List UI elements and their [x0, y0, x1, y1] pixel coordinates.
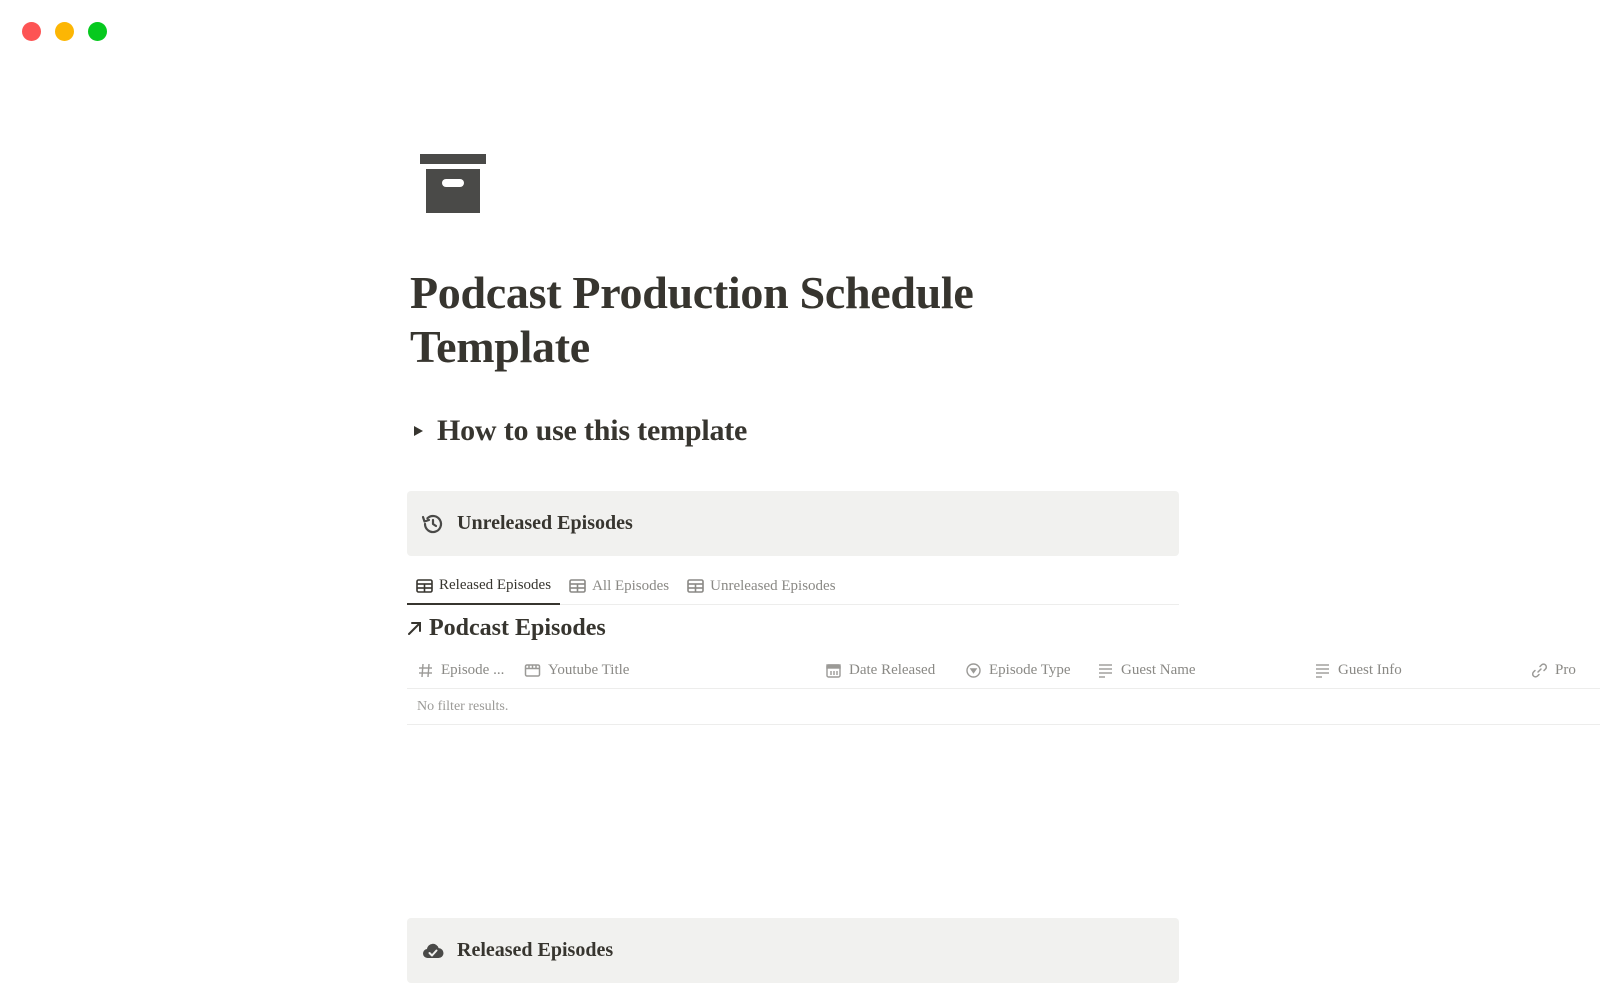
column-episode-type[interactable]: Episode Type [965, 652, 1071, 688]
page-title[interactable]: Podcast Production Schedule Template [410, 266, 1110, 374]
table-header: Episode ... Youtube Title Date Released … [407, 652, 1600, 689]
title-icon [524, 663, 541, 677]
column-pro[interactable]: Pro [1531, 652, 1576, 688]
column-episode-number[interactable]: Episode ... [417, 652, 504, 688]
column-label: Youtube Title [548, 661, 630, 678]
empty-message: No filter results. [417, 698, 509, 714]
table-icon [687, 579, 704, 593]
column-guest-info[interactable]: Guest Info [1314, 652, 1402, 688]
tab-all-episodes[interactable]: All Episodes [560, 568, 678, 604]
column-label: Episode ... [441, 661, 505, 678]
arrow-up-right-icon [408, 622, 421, 635]
tab-released-episodes[interactable]: Released Episodes [407, 568, 561, 605]
minimize-window-button[interactable] [55, 22, 74, 41]
column-label: Guest Info [1338, 661, 1402, 678]
table-icon [416, 578, 433, 593]
tab-label: All Episodes [592, 577, 670, 594]
database-title-link[interactable]: Podcast Episodes [406, 615, 606, 642]
archive-box-icon[interactable] [420, 154, 486, 216]
history-icon [421, 514, 443, 533]
empty-results-row: No filter results. [407, 689, 1600, 725]
text-icon [1099, 663, 1112, 678]
table-icon [569, 579, 586, 593]
select-icon [966, 662, 981, 678]
callout-label: Released Episodes [457, 939, 614, 961]
column-label: Episode Type [989, 661, 1071, 678]
column-youtube-title[interactable]: Youtube Title [524, 652, 629, 688]
link-icon [1531, 662, 1548, 678]
window-controls [22, 22, 107, 41]
column-label: Pro [1555, 661, 1576, 678]
maximize-window-button[interactable] [88, 22, 107, 41]
released-episodes-callout: Released Episodes [407, 918, 1179, 983]
column-date-released[interactable]: Date Released [825, 652, 935, 688]
tab-label: Unreleased Episodes [710, 577, 836, 594]
database-title: Podcast Episodes [429, 615, 606, 641]
text-icon [1316, 663, 1329, 678]
toggle-label: How to use this template [437, 414, 748, 447]
calendar-icon [826, 663, 841, 678]
how-to-use-toggle[interactable]: How to use this template [414, 414, 747, 448]
column-guest-name[interactable]: Guest Name [1097, 652, 1196, 688]
number-icon [419, 663, 432, 677]
toggle-triangle-icon[interactable] [414, 426, 423, 436]
tab-label: Released Episodes [439, 577, 552, 593]
column-label: Guest Name [1121, 661, 1196, 678]
tab-unreleased-episodes[interactable]: Unreleased Episodes [678, 568, 844, 604]
close-window-button[interactable] [22, 22, 41, 41]
cloud-check-icon [422, 943, 444, 958]
callout-label: Unreleased Episodes [457, 512, 633, 534]
view-tabs: Released Episodes All Episodes Unrelease… [407, 568, 1179, 605]
column-label: Date Released [849, 661, 936, 678]
unreleased-episodes-callout: Unreleased Episodes [407, 491, 1179, 556]
